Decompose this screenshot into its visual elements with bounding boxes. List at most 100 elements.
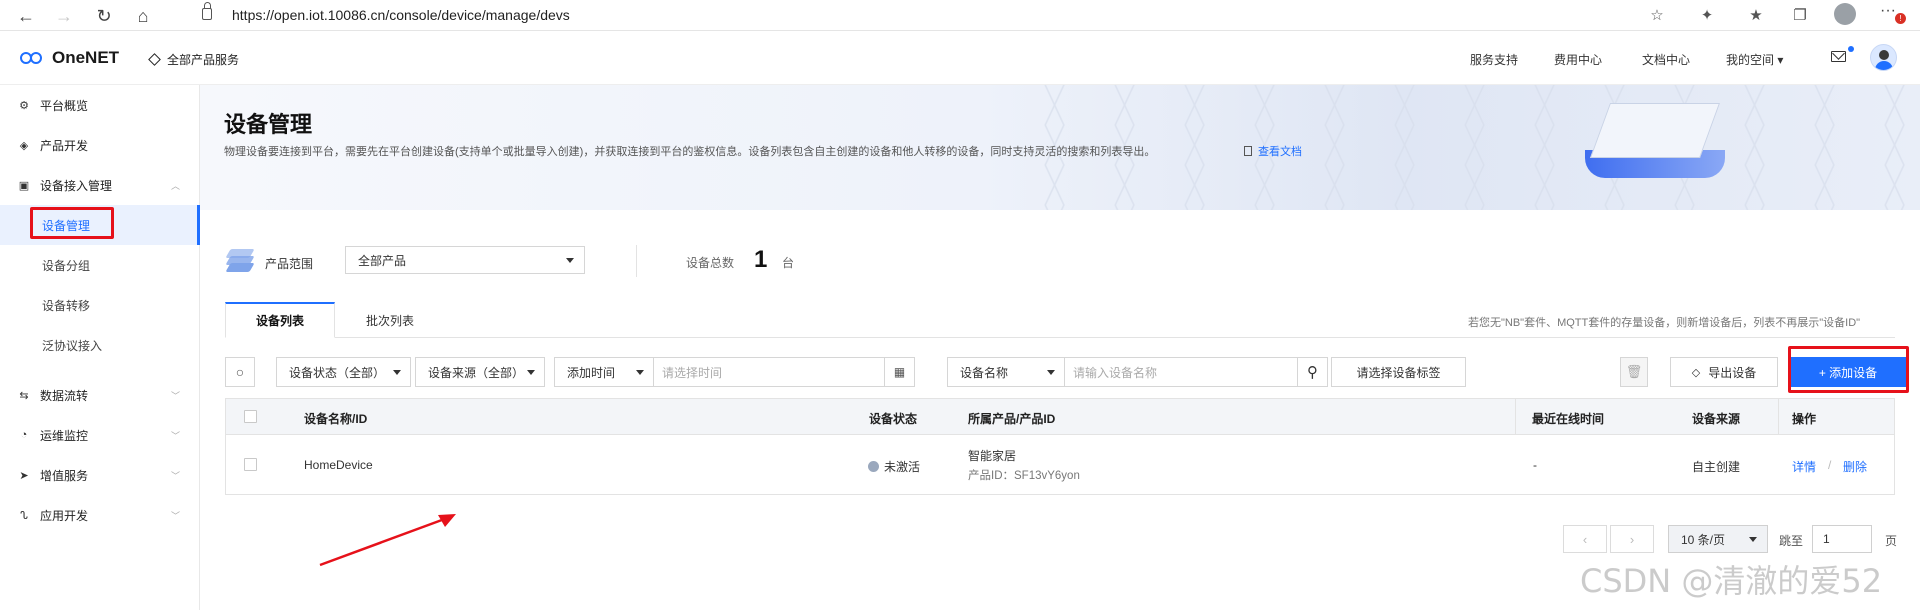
delete-link[interactable]: 删除 <box>1843 458 1867 475</box>
page-unit-label: 页 <box>1885 534 1898 548</box>
sidebar: ⚙ 平台概览 ◈ 产品开发 ▣ 设备接入管理 ︿ 设备管理 设备分组 设备转移 … <box>0 85 200 610</box>
caret-down-icon <box>566 258 574 263</box>
home-icon[interactable]: ⌂ <box>129 2 157 30</box>
avatar[interactable] <box>1870 44 1897 71</box>
product-name: 智能家居 <box>968 449 1017 463</box>
favorite-add-icon[interactable]: ☆ <box>1646 4 1668 26</box>
all-products-menu[interactable]: 全部产品服务 <box>148 51 239 68</box>
tab-batch-list[interactable]: 批次列表 <box>335 302 445 338</box>
mail-unread-dot <box>1848 46 1854 52</box>
device-tag-select[interactable]: 请选择设备标签 <box>1331 357 1466 387</box>
row-checkbox[interactable] <box>244 458 257 471</box>
caret-down-icon <box>527 370 535 375</box>
column-header-name: 设备名称/ID <box>304 412 368 426</box>
sidebar-subitem-generic-protocol[interactable]: 泛协议接入 <box>0 325 200 365</box>
sidebar-item-product-dev[interactable]: ◈ 产品开发 <box>0 125 200 165</box>
header-link-billing[interactable]: 费用中心 <box>1554 51 1602 68</box>
banner-illustration <box>1560 95 1750 190</box>
page-title: 设备管理 <box>224 112 313 137</box>
caret-down-icon <box>636 370 644 375</box>
forward-icon[interactable]: → <box>50 2 78 30</box>
column-header-product: 所属产品/产品ID <box>968 412 1056 426</box>
device-total-label: 设备总数 <box>686 256 735 270</box>
favorites-icon[interactable]: ★ <box>1745 4 1767 26</box>
back-icon[interactable]: ← <box>12 2 40 30</box>
lock-icon <box>202 2 212 20</box>
inactive-status-icon <box>868 461 879 472</box>
sidebar-subitem-device-group[interactable]: 设备分组 <box>0 245 200 285</box>
refresh-button[interactable]: ○ <box>225 357 255 387</box>
table-header: 设备名称/ID 设备状态 所属产品/产品ID 最近在线时间 设备来源 操作 <box>226 399 1894 435</box>
highlight-box-add-device <box>1788 346 1909 393</box>
add-time-select[interactable]: 添加时间 <box>554 357 654 387</box>
caret-down-icon <box>1047 370 1055 375</box>
extensions-icon[interactable]: ✦ <box>1696 4 1718 26</box>
send-icon: ➤ <box>19 469 29 482</box>
column-header-status: 设备状态 <box>869 412 918 426</box>
chevron-down-icon: ﹀ <box>170 430 180 441</box>
device-source-select[interactable]: 设备来源（全部） <box>415 357 545 387</box>
product-scope-select[interactable]: 全部产品 <box>345 246 585 274</box>
mail-icon[interactable] <box>1831 51 1846 62</box>
device-status-select[interactable]: 设备状态（全部） <box>276 357 411 387</box>
header-link-my-space[interactable]: 我的空间 ▾ <box>1726 51 1783 68</box>
device-name[interactable]: HomeDevice <box>304 458 373 472</box>
sidebar-subitem-device-transfer[interactable]: 设备转移 <box>0 285 200 325</box>
caret-down-icon <box>393 370 401 375</box>
flow-icon: ⇆ <box>19 389 29 402</box>
sidebar-item-data-flow[interactable]: ⇆ 数据流转 ﹀ <box>0 375 200 415</box>
product-scope-label: 产品范围 <box>265 257 314 271</box>
column-header-source: 设备来源 <box>1692 412 1741 426</box>
prev-page-button[interactable]: ‹ <box>1563 525 1607 553</box>
export-devices-button[interactable]: ◇ 导出设备 <box>1670 357 1778 387</box>
chevron-up-icon: ︿ <box>170 180 180 191</box>
calendar-icon[interactable]: ▦ <box>884 358 914 386</box>
time-range-picker[interactable]: 请选择时间 ▦ <box>653 357 915 387</box>
action-separator: / <box>1828 458 1832 472</box>
notification-badge-icon: ! <box>1895 13 1906 24</box>
tabs-baseline <box>225 337 1895 338</box>
address-bar[interactable]: https://open.iot.10086.cn/console/device… <box>190 2 1660 27</box>
reload-icon[interactable]: ↻ <box>90 2 118 30</box>
browser-profile-icon[interactable] <box>1834 3 1856 25</box>
column-header-actions: 操作 <box>1792 412 1817 426</box>
more-menu-icon[interactable]: ··· <box>1880 2 1896 20</box>
sidebar-item-value-added[interactable]: ➤ 增值服务 ﹀ <box>0 455 200 495</box>
collections-icon[interactable]: ❐ <box>1789 4 1811 26</box>
refresh-icon: ○ <box>235 364 245 380</box>
caret-down-icon <box>1749 537 1757 542</box>
device-name-search-input[interactable]: 请输入设备名称 ⚲ <box>1064 357 1328 387</box>
delete-batch-button[interactable]: 🗑 <box>1620 357 1648 387</box>
chevron-down-icon: ﹀ <box>170 470 180 481</box>
device-total-value: 1 <box>754 246 768 273</box>
last-online-time: - <box>1533 458 1537 472</box>
next-page-button[interactable]: › <box>1610 525 1654 553</box>
page-size-select[interactable]: 10 条/页 <box>1668 525 1768 553</box>
chevron-down-icon: ﹀ <box>170 390 180 401</box>
product-id: 产品ID：SF13vY6yon <box>968 470 1080 482</box>
page-description: 物理设备要连接到平台，需要先在平台创建设备(支持单个或批量导入创建)，并获取连接… <box>224 146 1156 158</box>
sidebar-item-overview[interactable]: ⚙ 平台概览 <box>0 85 200 125</box>
app-header: OneNET 全部产品服务 服务支持 费用中心 文档中心 我的空间 ▾ <box>0 31 1920 85</box>
dashboard-icon: ⚙ <box>19 99 29 112</box>
tab-device-list[interactable]: 设备列表 <box>225 302 335 338</box>
device-icon: ▣ <box>18 179 30 192</box>
view-docs-link[interactable]: 查看文档 <box>1244 143 1302 159</box>
sidebar-item-ops-monitor[interactable]: ◔ 运维监控 ﹀ <box>0 415 200 455</box>
device-name-field-select[interactable]: 设备名称 <box>947 357 1065 387</box>
device-total-unit: 台 <box>782 256 795 270</box>
search-icon[interactable]: ⚲ <box>1297 358 1327 386</box>
sidebar-item-device-access[interactable]: ▣ 设备接入管理 ︿ <box>0 165 200 205</box>
jump-page-input[interactable]: 1 <box>1812 525 1872 553</box>
diamond-icon <box>148 53 161 66</box>
page-banner: 设备管理 物理设备要连接到平台，需要先在平台创建设备(支持单个或批量导入创建)，… <box>200 85 1920 210</box>
trash-icon: 🗑 <box>1625 364 1643 379</box>
select-all-checkbox[interactable] <box>244 410 257 423</box>
header-link-docs[interactable]: 文档中心 <box>1642 51 1690 68</box>
product-stack-icon <box>225 247 255 273</box>
sidebar-item-app-dev[interactable]: ᔐ 应用开发 ﹀ <box>0 495 200 535</box>
onenet-logo[interactable]: OneNET <box>20 48 119 68</box>
header-link-support[interactable]: 服务支持 <box>1470 51 1518 68</box>
detail-link[interactable]: 详情 <box>1792 458 1816 475</box>
table-row: HomeDevice 未激活 智能家居 产品ID：SF13vY6yon - 自主… <box>226 435 1894 495</box>
